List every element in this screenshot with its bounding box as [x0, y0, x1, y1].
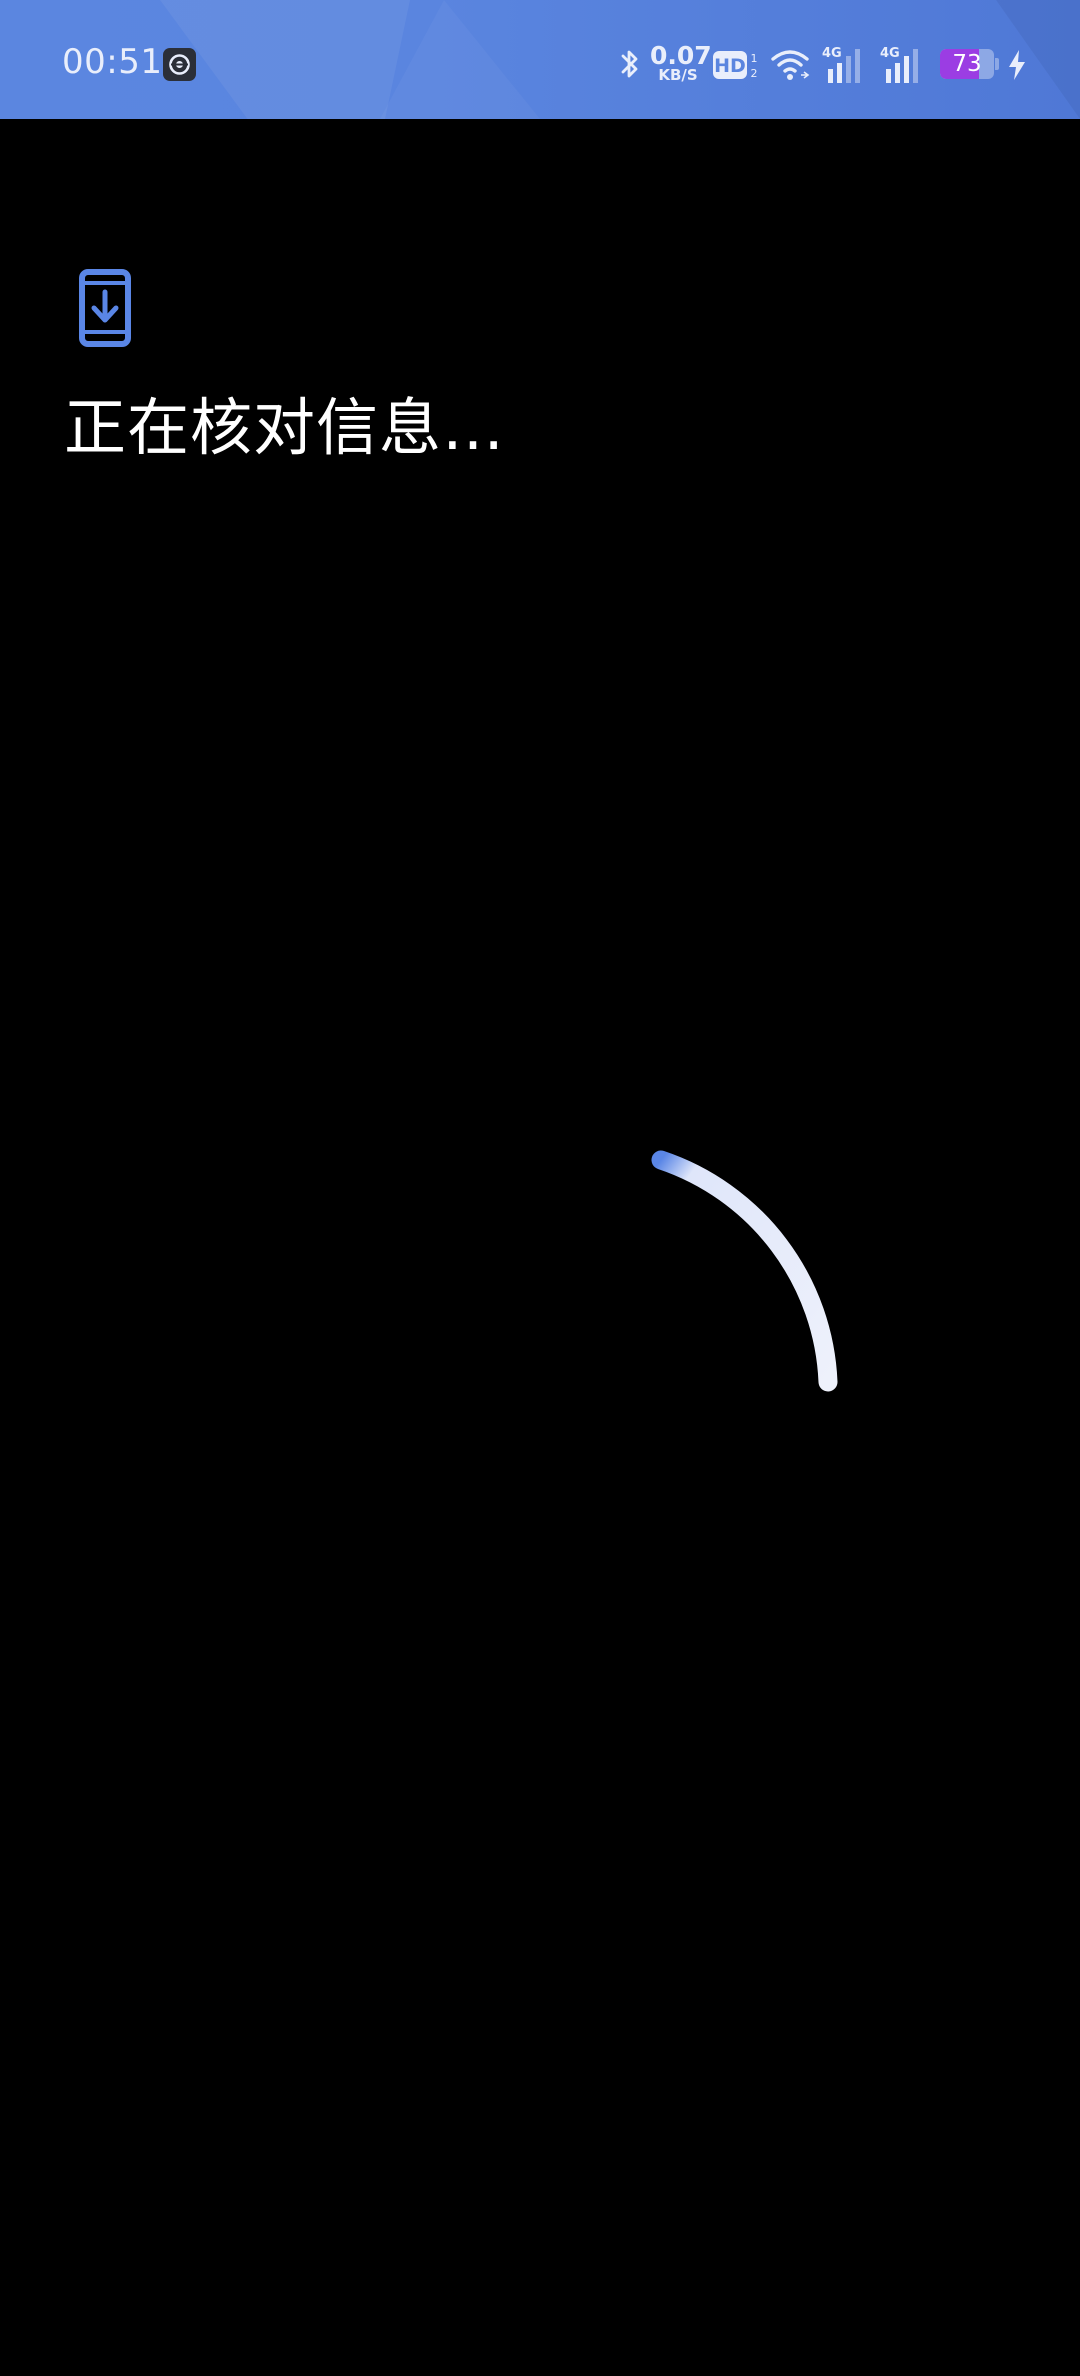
page-title: 正在核对信息… — [64, 391, 506, 464]
bluetooth-icon — [618, 46, 642, 82]
network-speed-unit: KB/S — [658, 66, 698, 84]
charging-bolt-icon — [1006, 48, 1028, 82]
phone-download-icon — [78, 268, 132, 348]
screen: 00:51 0.07 KB/S HD 1 2 4G 4G 73 正在核对信息… — [0, 0, 1080, 2376]
status-bar: 00:51 0.07 KB/S HD 1 2 4G 4G 73 — [0, 0, 1080, 119]
network-speed-value: 0.07 — [650, 41, 712, 70]
battery-body: 73 — [940, 49, 994, 79]
signal-4g-icon: 4G — [822, 45, 870, 83]
wifi-icon — [770, 47, 810, 81]
loading-spinner-icon — [600, 1100, 900, 1420]
battery-level-text: 73 — [952, 51, 982, 77]
svg-text:4G: 4G — [880, 46, 900, 61]
hd-voice-icon: HD 1 2 — [712, 49, 760, 81]
svg-text:2: 2 — [751, 67, 758, 80]
signal-4g-icon: 4G — [880, 45, 928, 83]
network-speed: 0.07 KB/S — [650, 41, 712, 84]
status-time: 00:51 — [62, 42, 163, 82]
battery-nub — [995, 58, 999, 70]
svg-text:1: 1 — [751, 52, 758, 65]
svg-text:HD: HD — [714, 55, 746, 77]
svg-text:4G: 4G — [822, 46, 842, 61]
battery-indicator: 73 — [940, 49, 1000, 79]
camera-shield-icon — [163, 48, 196, 81]
status-bar-decoration — [160, 0, 410, 119]
